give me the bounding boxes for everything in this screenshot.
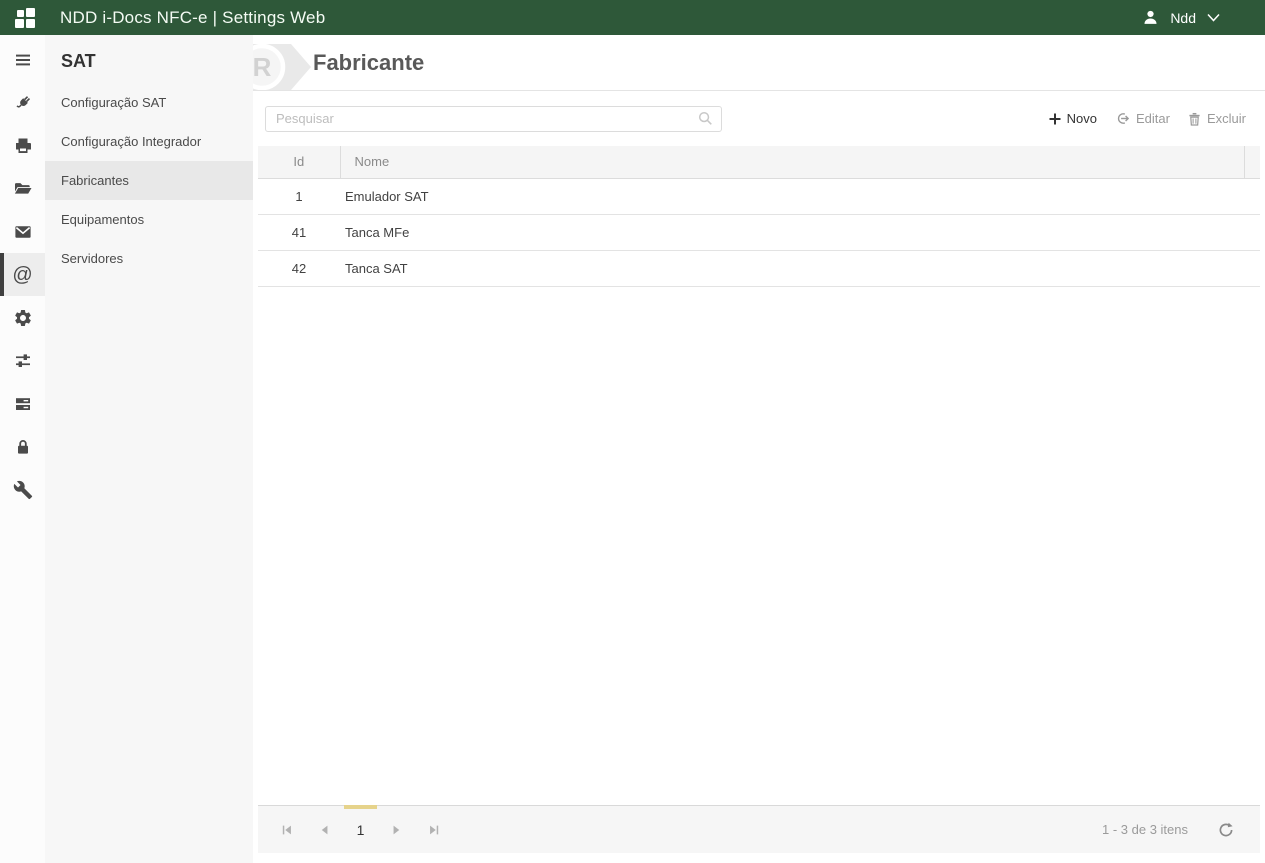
- search-box: [265, 105, 722, 132]
- page-header: R Fabricante: [253, 35, 1265, 91]
- sliders-icon: [15, 353, 30, 367]
- new-button-label: Novo: [1066, 111, 1098, 126]
- rail-item-plug[interactable]: [0, 81, 45, 124]
- sidebar-title: SAT: [61, 51, 96, 71]
- pager: 1 1 - 3 de 3 itens: [258, 804, 1260, 853]
- rail-item-menu[interactable]: [0, 38, 45, 81]
- cell-nome: Tanca SAT: [340, 250, 1244, 287]
- app-header: NDD i-Docs NFC-e | Settings Web Ndd: [0, 0, 1265, 35]
- page-title: Fabricante: [313, 50, 425, 75]
- refresh-icon: [1219, 822, 1233, 836]
- column-header-spacer: [1243, 146, 1260, 179]
- icon-rail: @: [0, 35, 45, 863]
- grid-header-row: Id Nome: [258, 146, 1260, 179]
- table-row[interactable]: 41 Tanca MFe: [258, 214, 1260, 251]
- new-button[interactable]: Novo: [1047, 107, 1099, 130]
- gear-icon: [14, 309, 31, 326]
- first-page-icon: [282, 825, 291, 834]
- sidebar: SAT Configuração SAT Configuração Integr…: [45, 35, 253, 863]
- grid-empty-area: [253, 287, 1265, 806]
- app-title: NDD i-Docs NFC-e | Settings Web: [60, 7, 326, 27]
- sidebar-item-fabricantes[interactable]: Fabricantes: [45, 161, 253, 200]
- search-icon[interactable]: [698, 111, 713, 126]
- rail-item-at-sign[interactable]: @: [0, 253, 45, 296]
- cell-id: 1: [258, 178, 340, 215]
- svg-text:R: R: [253, 52, 272, 82]
- data-grid: Id Nome 1 Emulador SAT 41 Tanca MFe 42 T…: [258, 146, 1260, 287]
- envelope-icon: [14, 225, 31, 238]
- delete-button[interactable]: Excluir: [1186, 107, 1248, 130]
- app-logo-icon: [15, 7, 35, 28]
- lock-icon: [17, 439, 28, 454]
- rail-item-lock[interactable]: [0, 425, 45, 468]
- main-content: R Fabricante Novo: [253, 35, 1265, 863]
- rail-item-server[interactable]: [0, 382, 45, 425]
- cell-id: 41: [258, 214, 340, 251]
- wrench-icon: [13, 480, 32, 499]
- table-row[interactable]: 42 Tanca SAT: [258, 250, 1260, 287]
- printer-icon: [15, 138, 31, 153]
- edit-button-label: Editar: [1136, 111, 1170, 126]
- refresh-button[interactable]: [1218, 822, 1234, 838]
- cell-nome: Emulador SAT: [340, 178, 1244, 215]
- next-page-icon: [393, 825, 400, 834]
- pager-next-button[interactable]: [377, 815, 415, 845]
- plus-icon: [1049, 113, 1061, 124]
- cell-nome: Tanca MFe: [340, 214, 1244, 251]
- search-input[interactable]: [266, 106, 698, 131]
- rail-item-sliders[interactable]: [0, 339, 45, 382]
- rail-item-printer[interactable]: [0, 124, 45, 167]
- cell-id: 42: [258, 250, 340, 287]
- sidebar-item-configuracao-integrador[interactable]: Configuração Integrador: [45, 122, 253, 161]
- user-menu[interactable]: Ndd: [1142, 9, 1220, 26]
- rail-item-settings[interactable]: [0, 296, 45, 339]
- pager-prev-button[interactable]: [306, 815, 344, 845]
- rail-item-tools[interactable]: [0, 468, 45, 511]
- pager-page-1[interactable]: 1: [344, 804, 377, 845]
- sidebar-item-configuracao-sat[interactable]: Configuração SAT: [45, 83, 253, 122]
- pager-last-button[interactable]: [415, 815, 453, 845]
- toolbar: Novo Editar Excluir: [253, 91, 1265, 146]
- sidebar-item-equipamentos[interactable]: Equipamentos: [45, 200, 253, 239]
- column-header-nome[interactable]: Nome: [339, 146, 1244, 179]
- sidebar-menu: Configuração SAT Configuração Integrador…: [45, 83, 253, 278]
- menu-icon: [15, 54, 30, 65]
- prev-page-icon: [321, 825, 328, 834]
- user-icon: [1144, 10, 1157, 24]
- user-name: Ndd: [1170, 9, 1196, 26]
- last-page-icon: [430, 825, 439, 834]
- trash-icon: [1189, 112, 1200, 126]
- plug-icon: [15, 95, 30, 108]
- at-sign-icon: @: [12, 263, 33, 286]
- delete-button-label: Excluir: [1206, 111, 1246, 126]
- column-header-id[interactable]: Id: [258, 146, 340, 179]
- table-row[interactable]: 1 Emulador SAT: [258, 178, 1260, 215]
- chevron-down-icon: [1207, 13, 1220, 22]
- edit-button[interactable]: Editar: [1113, 107, 1172, 130]
- edit-arrow-icon: [1117, 113, 1130, 124]
- server-icon: [15, 397, 30, 410]
- sidebar-item-servidores[interactable]: Servidores: [45, 239, 253, 278]
- rail-item-folder[interactable]: [0, 167, 45, 210]
- folder-open-icon: [14, 182, 31, 194]
- pager-info: 1 - 3 de 3 itens: [1102, 822, 1188, 837]
- rail-item-mail[interactable]: [0, 210, 45, 253]
- pager-first-button[interactable]: [268, 815, 306, 845]
